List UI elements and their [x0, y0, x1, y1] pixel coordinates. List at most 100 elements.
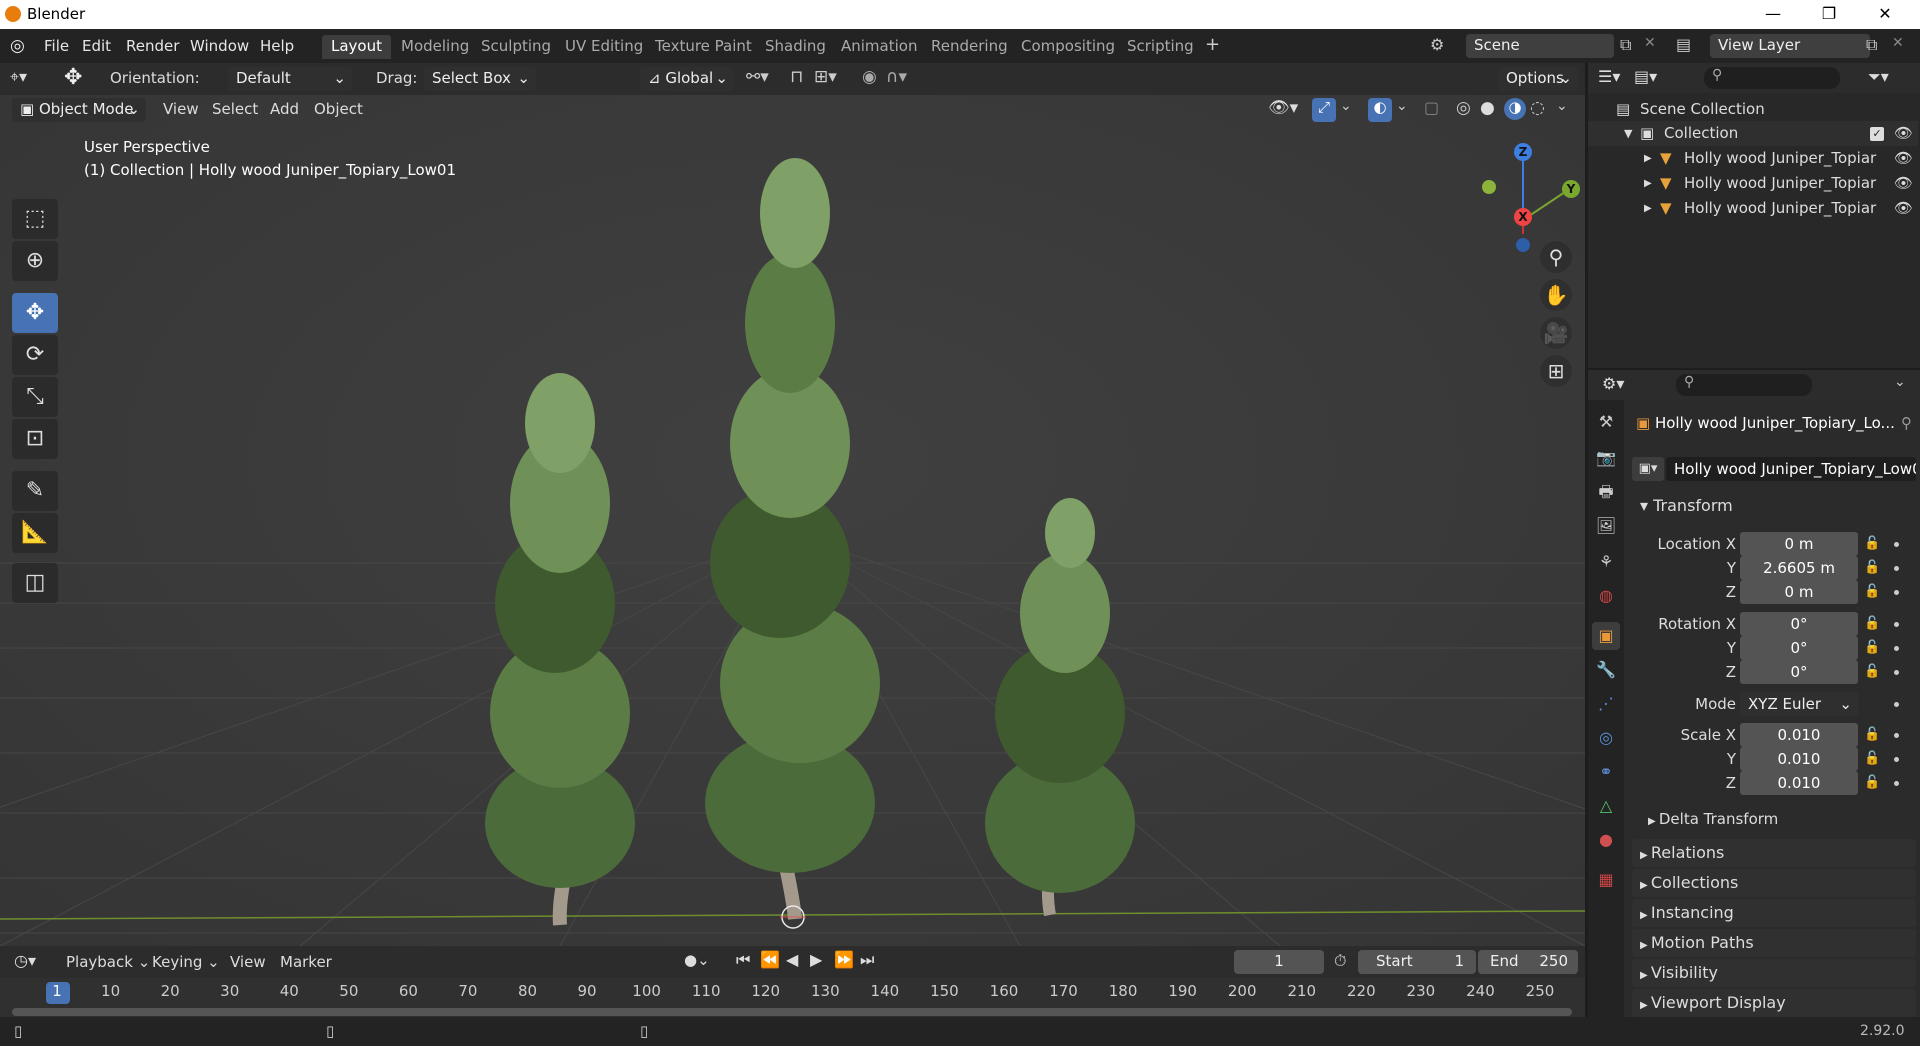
drag-dropdown[interactable]: Select Box ⌄ [424, 67, 536, 91]
expand-arrow-icon[interactable]: ▶ [1644, 196, 1652, 221]
world-tab-icon[interactable]: ◍ [1592, 582, 1620, 610]
lock-icon[interactable]: 🔓 [1864, 751, 1880, 766]
keyframe-dot[interactable] [1894, 566, 1899, 571]
workspace-tab-uv-editing[interactable]: UV Editing [556, 35, 652, 59]
scale-y-field[interactable]: 0.010 [1740, 747, 1858, 771]
scale-tool-icon[interactable]: ⤡ [12, 377, 58, 417]
transform-panel-header[interactable]: ▾ Transform [1632, 492, 1916, 520]
workspace-tab-texture-paint[interactable]: Texture Paint [646, 35, 761, 59]
rotate-tool-icon[interactable]: ⟳ [12, 335, 58, 375]
rotation-y-field[interactable]: 0° [1740, 636, 1858, 660]
xray-toggle-icon[interactable]: ▢ [1424, 98, 1439, 117]
render-tab-icon[interactable]: 📷 [1592, 444, 1620, 472]
camera-view-icon[interactable]: 🎥 [1540, 317, 1572, 349]
timeline-menu-view[interactable]: View [222, 950, 274, 974]
menu-render[interactable]: Render [118, 35, 187, 57]
jump-to-keyframe-back-icon[interactable]: ⏪ [760, 950, 780, 969]
navigation-gizmo[interactable]: Z Y X [1470, 138, 1580, 258]
overlays-toggle-icon[interactable]: ◐ [1368, 98, 1392, 122]
expand-arrow-icon[interactable]: ▶ [1644, 146, 1652, 171]
minimize-button[interactable]: — [1750, 2, 1796, 28]
options-dropdown[interactable]: Options ⌄ [1498, 67, 1578, 91]
menu-file[interactable]: File [36, 35, 77, 57]
chevron-down-icon[interactable]: ⌄ [1396, 98, 1408, 114]
timeline-scrollbar[interactable] [12, 1008, 1572, 1016]
scene-tab-icon[interactable]: ⚘ [1592, 548, 1620, 576]
outliner-object-1[interactable]: ▶ ▼ Holly wood Juniper_Topiar 👁 [1588, 146, 1918, 171]
end-frame-field[interactable]: End 250 [1478, 950, 1578, 974]
solid-shading-icon[interactable]: ● [1480, 98, 1495, 118]
lock-icon[interactable]: 🔓 [1864, 664, 1880, 679]
annotate-tool-icon[interactable]: ✎ [12, 471, 58, 511]
start-frame-field[interactable]: Start 1 [1358, 950, 1476, 974]
play-icon[interactable]: ▶ [810, 950, 822, 969]
delta-transform-subpanel[interactable]: ▶ Delta Transform [1648, 810, 1778, 828]
new-scene-icon[interactable]: ⧉ [1620, 35, 1631, 55]
delete-scene-icon[interactable]: ✕ [1644, 35, 1656, 51]
scene-name-field[interactable]: Scene [1466, 34, 1614, 58]
add-cube-tool-icon[interactable]: ◫ [12, 563, 58, 603]
timeline-menu-keying[interactable]: Keying ⌄ [144, 950, 228, 974]
rotation-z-field[interactable]: 0° [1740, 660, 1858, 684]
menu-edit[interactable]: Edit [74, 35, 119, 57]
workspace-tab-layout[interactable]: Layout [322, 35, 391, 59]
pan-hand-icon[interactable]: ✋ [1540, 279, 1572, 311]
timeline-editor-type-icon[interactable]: ◷▾ [14, 951, 36, 970]
relations-panel-header[interactable]: ▶ Relations [1632, 839, 1916, 867]
wireframe-shading-icon[interactable]: ◎ [1456, 98, 1471, 118]
new-view-layer-icon[interactable]: ⧉ [1866, 35, 1877, 55]
outliner-scene-collection[interactable]: ▤ Scene Collection [1588, 97, 1918, 122]
collections-panel-header[interactable]: ▶ Collections [1632, 869, 1916, 897]
workspace-tab-scripting[interactable]: Scripting [1118, 35, 1203, 59]
transform-orientation-dropdown[interactable]: ⊿ Global ⌄ [640, 67, 734, 91]
object-name-field[interactable]: Holly wood Juniper_Topiary_Low01 [1666, 457, 1916, 481]
tool-tab-icon[interactable]: ⚒ [1592, 408, 1620, 436]
orientation-dropdown[interactable]: Default ⌄ [228, 67, 352, 91]
viewport-display-panel-header[interactable]: ▶ Viewport Display [1632, 989, 1916, 1017]
chevron-down-icon[interactable]: ⌄ [1894, 374, 1906, 390]
expand-arrow-icon[interactable]: ▼ [1624, 121, 1632, 146]
viewport-menu-select[interactable]: Select [204, 97, 266, 121]
jump-to-start-icon[interactable]: ⏮ [736, 950, 750, 970]
jump-to-end-icon[interactable]: ⏭ [860, 950, 874, 970]
workspace-tab-animation[interactable]: Animation [832, 35, 926, 59]
object-tab-icon[interactable]: ▣ [1592, 622, 1620, 650]
data-tab-icon[interactable]: △ [1592, 792, 1620, 820]
menu-help[interactable]: Help [252, 35, 302, 57]
selectability-visibility-icon[interactable]: 👁▾ [1268, 98, 1298, 118]
keyframe-dot[interactable] [1894, 733, 1899, 738]
editor-type-icon[interactable]: ⌖▾ [10, 67, 46, 91]
proportional-editing-icon[interactable]: ◉ [862, 67, 877, 87]
material-preview-shading-icon[interactable]: ◑ [1504, 98, 1526, 120]
chevron-down-icon[interactable]: ⌄ [1556, 98, 1568, 114]
gizmo-z-axis[interactable]: Z [1514, 143, 1532, 161]
keyframe-dot[interactable] [1894, 590, 1899, 595]
workspace-tab-rendering[interactable]: Rendering [922, 35, 1017, 59]
play-reverse-icon[interactable]: ◀ [786, 950, 798, 969]
visibility-panel-header[interactable]: ▶ Visibility [1632, 959, 1916, 987]
keyframe-dot[interactable] [1894, 757, 1899, 762]
workspace-tab-compositing[interactable]: Compositing [1012, 35, 1124, 59]
zoom-icon[interactable]: ⚲ [1540, 241, 1572, 273]
outliner-collection[interactable]: ▼ ▣ Collection ✓ 👁 [1588, 121, 1918, 146]
outliner-editor-type-icon[interactable]: ☰▾ [1598, 67, 1620, 86]
keyframe-dot[interactable] [1894, 781, 1899, 786]
scene-browse-icon[interactable]: ⚙ [1430, 35, 1444, 54]
pivot-point-icon[interactable]: ⚯▾ [746, 67, 769, 87]
view-layer-name-field[interactable]: View Layer [1710, 34, 1870, 58]
physics-tab-icon[interactable]: ◎ [1592, 724, 1620, 752]
outliner-object-2[interactable]: ▶ ▼ Holly wood Juniper_Topiar 👁 [1588, 171, 1918, 196]
3d-viewport[interactable]: ⌖▾ ✥ Orientation: Default ⌄ Drag: Select … [0, 63, 1585, 946]
ortho-toggle-icon[interactable]: ⊞ [1540, 355, 1572, 387]
object-browse-icon[interactable]: ▣▾ [1632, 457, 1664, 481]
filter-icon[interactable]: ⏷▾ [1868, 67, 1889, 87]
snap-target-icon[interactable]: ⊞▾ [814, 67, 837, 87]
delete-view-layer-icon[interactable]: ✕ [1892, 35, 1904, 51]
viewport-menu-object[interactable]: Object [306, 97, 371, 121]
particles-tab-icon[interactable]: ⋰ [1592, 690, 1620, 718]
view-layer-tab-icon[interactable]: 🖼 [1592, 512, 1620, 540]
eye-icon[interactable]: 👁 [1894, 196, 1913, 221]
material-tab-icon[interactable]: ● [1592, 826, 1620, 854]
add-workspace-button[interactable]: + [1196, 32, 1229, 56]
keyframe-dot[interactable] [1894, 542, 1899, 547]
